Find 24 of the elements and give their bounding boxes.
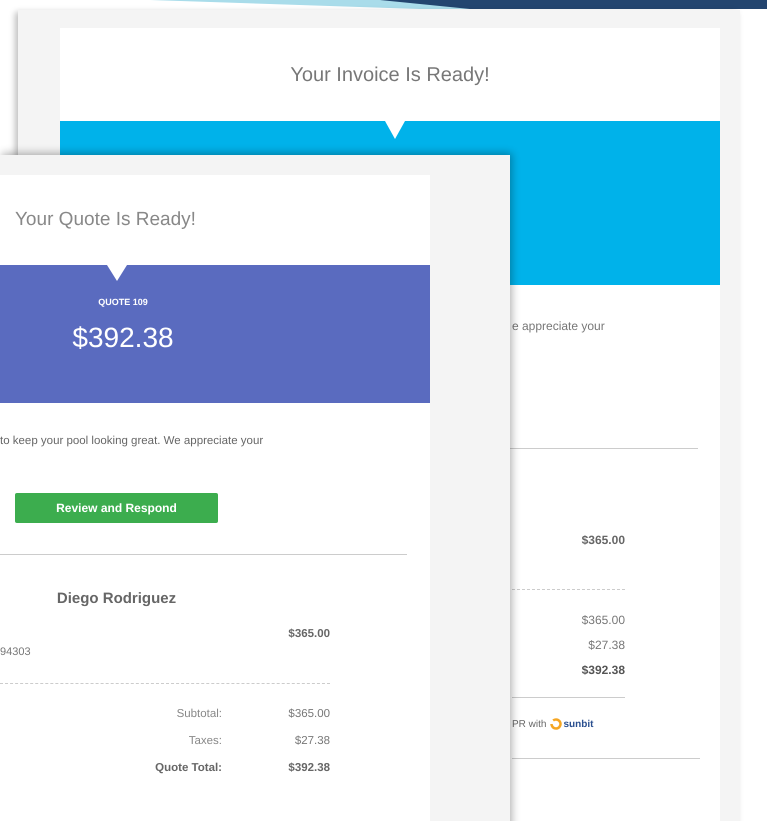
email-title: Your Invoice Is Ready! [290,62,490,88]
line-item-detail: 94303 [0,645,31,660]
total-value: $392.38 [582,662,625,678]
total-value: $365.00 [287,706,330,722]
total-label: Quote Total: [155,760,222,776]
total-value: $365.00 [582,612,625,628]
email-title: Your Quote Is Ready! [15,208,196,232]
total-value: $27.38 [588,636,625,654]
line-item-amount: $365.00 [288,627,330,642]
ring-icon [550,718,562,730]
total-label: Taxes: [188,734,222,749]
intro-text: e appreciate your [512,318,605,335]
total-value: $392.38 [287,760,330,776]
quote-amount: $392.38 [72,324,174,352]
line-item-amount: $365.00 [582,532,625,549]
financing-logo: sunbit [550,716,594,732]
total-label: Subtotal: [176,706,222,722]
intro-text: to keep your pool looking great. We appreciate your [0,434,264,450]
review-and-respond-button[interactable]: Review and Respond [15,493,218,523]
notch-drawing [107,265,127,281]
customer-name: Diego Rodriguez [56,588,176,609]
quote-number: QUOTE 109 [98,296,148,309]
financing-text: PR with [512,718,546,732]
total-value: $27.38 [294,734,330,749]
